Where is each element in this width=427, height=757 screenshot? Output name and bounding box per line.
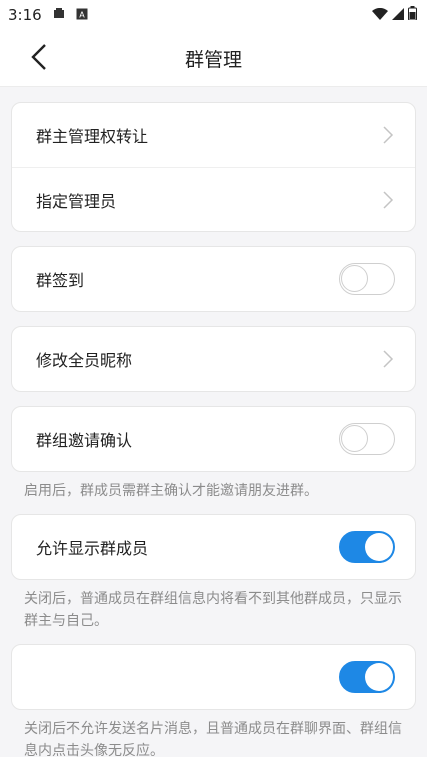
toggle-knob (341, 425, 368, 452)
transfer-ownership-item[interactable]: 群主管理权转让 (12, 103, 415, 167)
invite-confirm-label: 群组邀请确认 (36, 431, 133, 450)
toggle-knob (341, 265, 368, 292)
invite-confirm-toggle[interactable] (339, 423, 395, 455)
notification-icon (52, 6, 66, 24)
show-members-item: 允许显示群成员 (12, 515, 415, 579)
assign-admin-label: 指定管理员 (36, 191, 117, 211)
show-members-card: 允许显示群成员 (11, 514, 416, 580)
invite-confirm-card: 群组邀请确认 (11, 406, 416, 472)
show-members-toggle[interactable] (339, 531, 395, 563)
back-button[interactable] (22, 40, 56, 74)
chevron-right-icon (383, 350, 394, 368)
toggle-knob (365, 663, 393, 691)
show-members-label: 允许显示群成员 (36, 539, 149, 558)
settings-list: 群主管理权转让 指定管理员 群签到 修改全员昵称 群组邀请确认 启用后，群成员需… (0, 87, 427, 757)
navigation-bar: 群管理 (0, 30, 427, 87)
invite-confirm-item: 群组邀请确认 (12, 407, 415, 471)
chevron-right-icon (383, 190, 394, 209)
checkin-label: 群签到 (36, 271, 85, 290)
chevron-left-icon (31, 44, 46, 70)
transfer-ownership-label: 群主管理权转让 (36, 127, 149, 146)
status-time: 3:16 (8, 6, 42, 24)
checkin-card: 群签到 (11, 246, 416, 312)
page-title: 群管理 (184, 48, 242, 71)
assign-admin-item[interactable]: 指定管理员 (12, 167, 415, 231)
app-notification-icon: A (76, 6, 88, 24)
show-members-note: 关闭后，普通成员在群组信息内将看不到其他群成员，只显示群主与自己。 (24, 591, 402, 629)
battery-icon (408, 6, 417, 24)
checkin-item: 群签到 (12, 247, 415, 311)
svg-text:A: A (79, 11, 85, 20)
admin-card: 群主管理权转让 指定管理员 (11, 102, 416, 232)
toggle-knob (365, 533, 393, 561)
rename-all-label: 修改全员昵称 (36, 351, 133, 370)
signal-icon (392, 6, 404, 24)
wifi-icon (372, 6, 388, 24)
card-messages-item (12, 645, 415, 709)
rename-all-item[interactable]: 修改全员昵称 (12, 327, 415, 391)
card-messages-note: 关闭后不允许发送名片消息，且普通成员在群聊界面、群组信息内点击头像无反应。 (24, 721, 402, 757)
chevron-right-icon (383, 126, 394, 144)
invite-confirm-note: 启用后，群成员需群主确认才能邀请朋友进群。 (24, 483, 318, 499)
rename-card: 修改全员昵称 (11, 326, 416, 392)
checkin-toggle[interactable] (339, 263, 395, 295)
card-messages-toggle[interactable] (339, 661, 395, 693)
status-bar: 3:16 A (0, 0, 427, 30)
card-messages-card (11, 644, 416, 710)
